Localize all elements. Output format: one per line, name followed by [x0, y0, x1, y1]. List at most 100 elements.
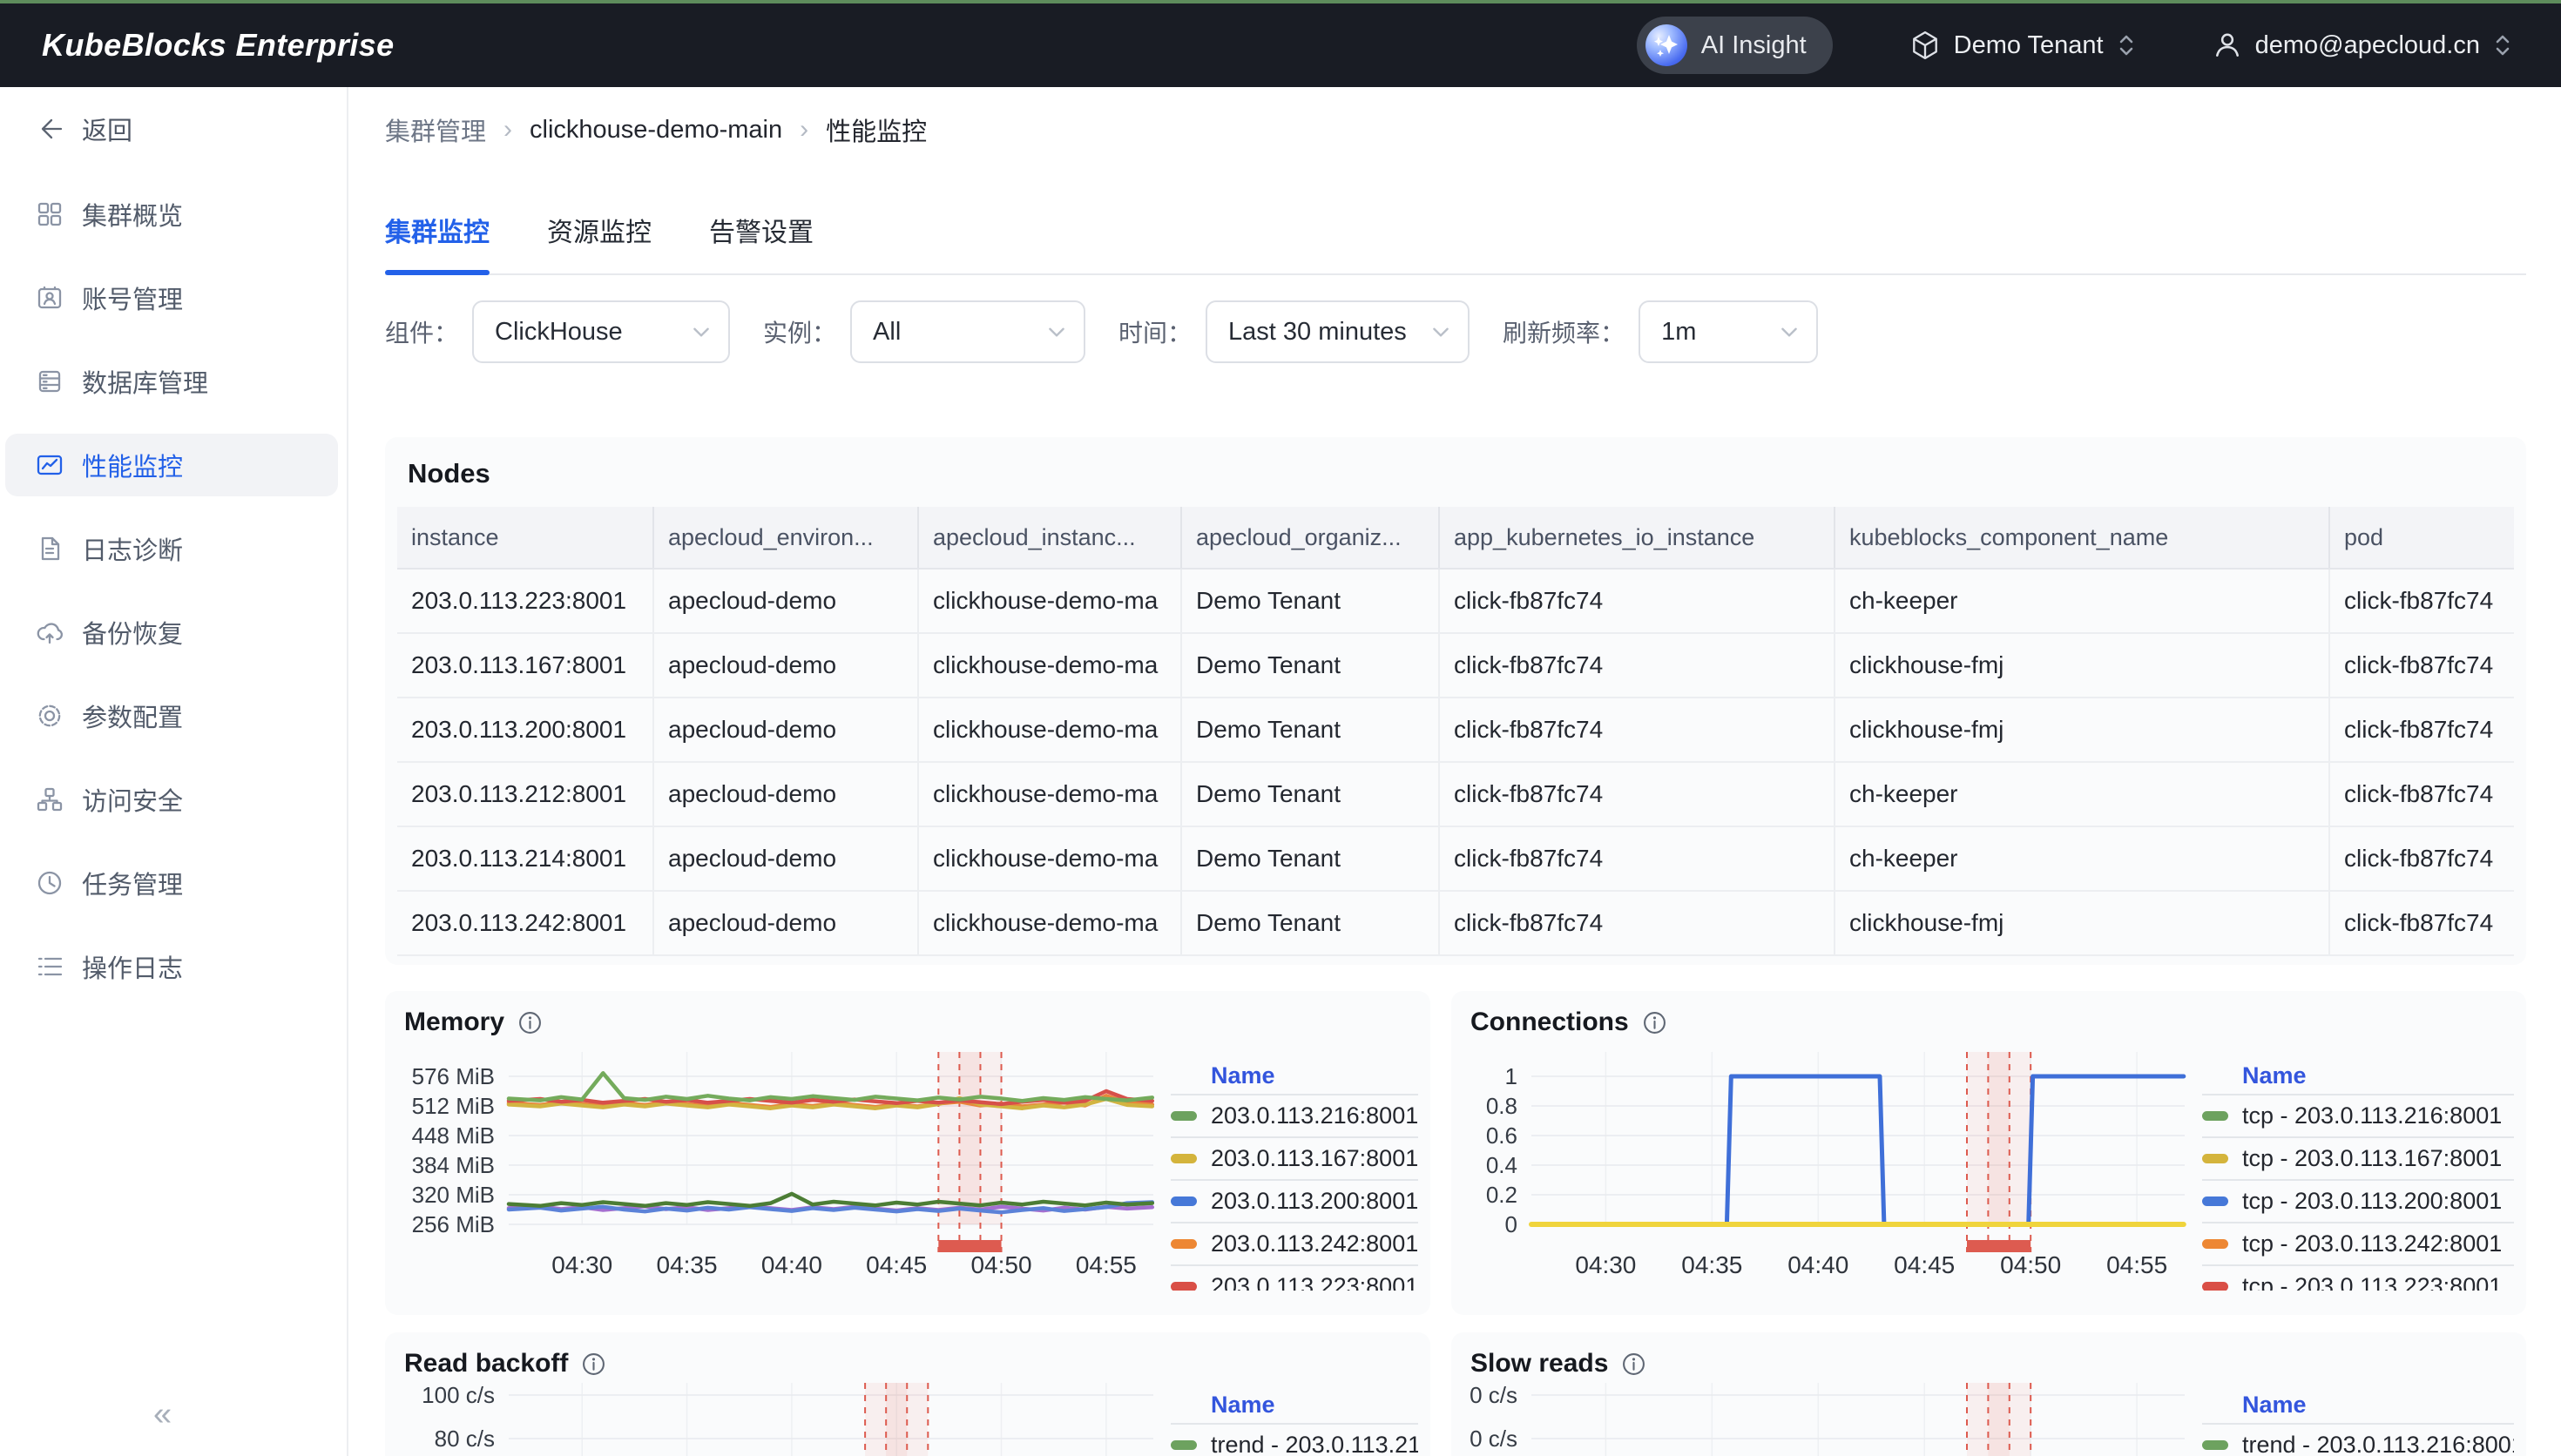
- legend-item[interactable]: 203.0.113.167:8001: [1171, 1136, 1418, 1179]
- tenant-name: Demo Tenant: [1954, 31, 2104, 60]
- svg-text:04:30: 04:30: [1575, 1251, 1636, 1278]
- legend-label: 203.0.113.167:8001: [1211, 1145, 1418, 1172]
- sidebar-item-cluster-overview[interactable]: 集群概览: [5, 183, 338, 246]
- ai-sparkle-icon: [1645, 24, 1687, 66]
- legend-label: tcp - 203.0.113.216:8001: [2242, 1102, 2502, 1129]
- legend-header: Name: [1171, 1055, 1418, 1094]
- arrow-left-icon: [35, 114, 64, 144]
- table-row: 203.0.113.212:8001apecloud-democlickhous…: [397, 762, 2514, 826]
- component-select[interactable]: ClickHouse: [472, 300, 730, 363]
- breadcrumb-separator: ›: [800, 115, 808, 145]
- legend-label: tcp - 203.0.113.223:8001: [2242, 1273, 2502, 1291]
- table-cell: ch-keeper: [1835, 762, 2329, 826]
- legend-label: 203.0.113.242:8001: [1211, 1230, 1418, 1257]
- legend-item[interactable]: 203.0.113.223:8001: [1171, 1264, 1418, 1291]
- gear-icon: [35, 701, 64, 731]
- user-menu[interactable]: demo@apecloud.cn: [2213, 30, 2512, 61]
- table-cell: clickhouse-demo-ma: [918, 762, 1181, 826]
- ai-insight-button[interactable]: AI Insight: [1637, 17, 1833, 74]
- legend-item[interactable]: tcp - 203.0.113.167:8001: [2202, 1136, 2514, 1179]
- sidebar-collapse-button[interactable]: «: [153, 1396, 172, 1433]
- table-cell: click-fb87fc74: [1439, 698, 1835, 762]
- legend-item[interactable]: tcp - 203.0.113.200:8001: [2202, 1179, 2514, 1222]
- breadcrumb-item[interactable]: 集群管理: [385, 111, 486, 148]
- legend-label: tcp - 203.0.113.242:8001: [2242, 1230, 2502, 1257]
- document-icon: [35, 534, 64, 563]
- sidebar-item-back[interactable]: 返回: [5, 98, 338, 160]
- sidebar-item-label: 集群概览: [82, 196, 183, 233]
- table-cell: ch-keeper: [1835, 569, 2329, 633]
- chart-legend: Nametrend - 203.0.113.216:8001: [2202, 1385, 2514, 1456]
- legend-item[interactable]: 203.0.113.242:8001: [1171, 1222, 1418, 1264]
- sidebar-item-parameter-config[interactable]: 参数配置: [5, 684, 338, 747]
- column-header: apecloud_environ...: [653, 507, 918, 569]
- table-cell: Demo Tenant: [1181, 698, 1439, 762]
- svg-text:04:55: 04:55: [2106, 1251, 2167, 1278]
- column-header: apecloud_organiz...: [1181, 507, 1439, 569]
- sidebar-item-label: 操作日志: [82, 948, 183, 985]
- legend-item[interactable]: trend - 203.0.113.216:8001: [2202, 1423, 2514, 1456]
- table-cell: clickhouse-fmj: [1835, 698, 2329, 762]
- chart-card-connections: Connections10.80.60.40.2004:3004:3504:40…: [1451, 991, 2526, 1315]
- sidebar-item-task-management[interactable]: 任务管理: [5, 852, 338, 914]
- column-header: apecloud_instanc...: [918, 507, 1181, 569]
- select-value: All: [873, 318, 901, 347]
- legend-item[interactable]: 203.0.113.216:8001: [1171, 1094, 1418, 1136]
- sidebar-item-label: 性能监控: [82, 447, 183, 483]
- chart-title-row: Slow reads: [1470, 1345, 2514, 1383]
- legend-item[interactable]: tcp - 203.0.113.216:8001: [2202, 1094, 2514, 1136]
- table-cell: apecloud-demo: [653, 698, 918, 762]
- sidebar-item-log-diagnosis[interactable]: 日志诊断: [5, 517, 338, 580]
- table-cell: Demo Tenant: [1181, 762, 1439, 826]
- table-cell: 203.0.113.214:8001: [397, 826, 653, 891]
- sidebar-item-label: 账号管理: [82, 280, 183, 316]
- svg-text:100 c/s: 100 c/s: [1470, 1383, 1517, 1408]
- info-icon[interactable]: [1622, 1352, 1645, 1376]
- info-icon[interactable]: [518, 1011, 542, 1035]
- breadcrumb-item: 性能监控: [826, 111, 927, 148]
- table-cell: apecloud-demo: [653, 569, 918, 633]
- table-cell: Demo Tenant: [1181, 891, 1439, 955]
- tab-alert-settings[interactable]: 告警设置: [709, 216, 814, 273]
- sidebar-item-backup-restore[interactable]: 备份恢复: [5, 601, 338, 664]
- clock-icon: [35, 868, 64, 898]
- instance-select[interactable]: All: [850, 300, 1085, 363]
- legend-item[interactable]: trend - 203.0.113.216:8001: [1171, 1423, 1418, 1456]
- select-value: 1m: [1661, 318, 1696, 347]
- tab-resource-monitor[interactable]: 资源监控: [547, 216, 652, 273]
- svg-text:0.6: 0.6: [1486, 1122, 1517, 1149]
- table-cell: Demo Tenant: [1181, 569, 1439, 633]
- sidebar-item-performance-monitoring[interactable]: 性能监控: [5, 434, 338, 496]
- sidebar-item-account-management[interactable]: 账号管理: [5, 266, 338, 329]
- legend-color-pill: [2202, 1239, 2228, 1249]
- chart-title: Connections: [1470, 1008, 1629, 1037]
- refresh-select[interactable]: 1m: [1639, 300, 1818, 363]
- tab-cluster-monitor[interactable]: 集群监控: [385, 216, 490, 273]
- tenant-switcher[interactable]: Demo Tenant: [1909, 30, 2136, 61]
- legend-item[interactable]: 203.0.113.200:8001: [1171, 1179, 1418, 1222]
- legend-color-pill: [2202, 1282, 2228, 1291]
- svg-text:04:45: 04:45: [1894, 1251, 1955, 1278]
- time-select[interactable]: Last 30 minutes: [1206, 300, 1470, 363]
- table-cell: Demo Tenant: [1181, 633, 1439, 698]
- table-cell: 203.0.113.223:8001: [397, 569, 653, 633]
- table-cell: click-fb87fc74: [2329, 698, 2514, 762]
- user-email: demo@apecloud.cn: [2255, 31, 2480, 60]
- chart-legend: Nametrend - 203.0.113.216:8001: [1171, 1385, 1418, 1456]
- chart-card-memory: Memory576 MiB512 MiB448 MiB384 MiB320 Mi…: [385, 991, 1430, 1315]
- sidebar-item-operation-log[interactable]: 操作日志: [5, 935, 338, 998]
- legend-label: tcp - 203.0.113.200:8001: [2242, 1188, 2502, 1215]
- server-icon: [35, 367, 64, 396]
- sidebar-item-access-security[interactable]: 访问安全: [5, 768, 338, 831]
- svg-text:0.8: 0.8: [1486, 1093, 1517, 1119]
- chart-plot-read-backoff: 100 c/s80 c/s60 c/s40 c/s20 c/s0 c/s04:3…: [404, 1383, 1171, 1456]
- info-icon[interactable]: [582, 1352, 605, 1376]
- info-icon[interactable]: [1643, 1011, 1666, 1035]
- legend-item[interactable]: tcp - 203.0.113.242:8001: [2202, 1222, 2514, 1264]
- legend-label: tcp - 203.0.113.167:8001: [2242, 1145, 2502, 1172]
- legend-header: Name: [2202, 1055, 2514, 1094]
- sidebar: 返回集群概览账号管理数据库管理性能监控日志诊断备份恢复参数配置访问安全任务管理操…: [0, 87, 348, 1456]
- sidebar-item-database-management[interactable]: 数据库管理: [5, 350, 338, 413]
- legend-item[interactable]: tcp - 203.0.113.223:8001: [2202, 1264, 2514, 1291]
- chart-title: Memory: [404, 1008, 504, 1037]
